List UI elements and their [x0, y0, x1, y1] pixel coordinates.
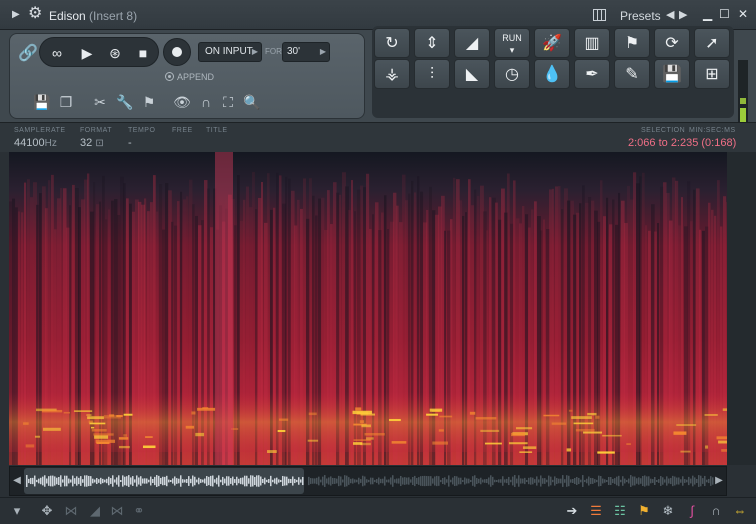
prev-preset-icon[interactable]: ◀ [666, 8, 674, 21]
loop-icon[interactable]: ∞ [44, 42, 70, 64]
on-input-select[interactable]: ON INPUT ▶ [198, 42, 262, 62]
slice-to-channel-icon[interactable]: ☰ [587, 502, 605, 520]
info-strip: SAMPLERATE 44100Hz FORMAT 32 ⊡ TEMPO - F… [0, 122, 756, 152]
presets-button[interactable]: Presets [620, 9, 661, 23]
feather-icon[interactable]: ✒ [574, 59, 610, 89]
title-label: TITLE [206, 127, 228, 134]
slice-icon[interactable]: ✎ [614, 59, 650, 89]
fade-out-icon[interactable]: ◣ [454, 59, 490, 89]
waveform-overview-scrollbar[interactable]: ◀ ▶ [9, 466, 727, 496]
blur-icon[interactable]: ⚶ [374, 59, 410, 89]
drag-export-icon[interactable]: ⇔ [731, 502, 749, 520]
format-value[interactable]: 32 ⊡ [80, 137, 104, 149]
tempo-value: - [128, 137, 132, 149]
close-icon[interactable]: ✕ [738, 7, 748, 21]
snowflake-icon[interactable]: ❄ [659, 502, 677, 520]
free-label: FREE [172, 127, 193, 134]
clock-icon[interactable]: ◷ [494, 59, 530, 89]
overview-visible-region[interactable] [24, 468, 304, 494]
overview-waveform [26, 475, 304, 487]
chain-icon[interactable]: ⚭ [130, 502, 148, 520]
eye-icon[interactable]: 👁 [173, 93, 191, 111]
ramp-icon[interactable]: ◢ [86, 502, 104, 520]
transport-controls: ∞ ▶ ⊛ ■ [39, 37, 159, 67]
fade-in-icon[interactable]: ◢ [454, 28, 490, 58]
browser-grid-icon[interactable] [593, 9, 606, 21]
overview-waveform-rest [308, 475, 714, 487]
tempo-label: TEMPO [128, 127, 156, 134]
record-button[interactable] [163, 38, 191, 66]
menu-dropdown-icon[interactable]: ▾ [8, 502, 26, 520]
marker-flag-bottom-icon[interactable]: ⚑ [635, 502, 653, 520]
samplerate-value: 44100Hz [14, 137, 57, 149]
tool-button-grid: ↻ ⇕ ◢ RUN ▾ 🚀 ▥ ⚑ ⟳ ➚ ⚶ ⫶ ◣ ◷ 💧 ✒ ✎ 💾 ⊞ [372, 26, 734, 118]
scroll-right-icon[interactable]: ▶ [712, 467, 726, 495]
export-icon[interactable]: ⊞ [694, 59, 730, 89]
format-label: FORMAT [80, 127, 113, 134]
markers-list-icon[interactable]: ☷ [611, 502, 629, 520]
magnet-icon[interactable]: ∩ [197, 93, 215, 111]
selection-label: SELECTION [641, 127, 686, 134]
split-icon[interactable]: ⋈ [108, 502, 126, 520]
bottom-toolbar: ▾ ✥ ⋈ ◢ ⋈ ⚭ ➔ ☰ ☷ ⚑ ❄ ∫ ∩ ⇔ [0, 497, 756, 524]
for-label: FOR [265, 47, 282, 56]
refresh-icon[interactable]: ⟳ [654, 28, 690, 58]
gear-icon[interactable]: ⚙ [28, 6, 42, 22]
save-region-icon[interactable]: 💾 [654, 59, 690, 89]
zoom-icon[interactable]: 🔍 [243, 93, 261, 111]
time-format-label: MIN:SEC:MS [689, 127, 736, 134]
drop-icon[interactable]: 💧 [534, 59, 570, 89]
spectrogram-canvas [9, 152, 727, 465]
scissors-icon[interactable]: ✂ [91, 93, 109, 111]
trim-icon[interactable]: ⋈ [62, 502, 80, 520]
send-arrow-icon[interactable]: ➔ [563, 502, 581, 520]
normalize-icon[interactable]: ⇕ [414, 28, 450, 58]
loop-reverse-icon[interactable]: ↻ [374, 28, 410, 58]
selection-highlight[interactable] [215, 152, 233, 465]
drag-move-icon[interactable]: ✥ [38, 502, 56, 520]
maximize-icon[interactable]: ☐ [719, 7, 730, 21]
add-marker-icon[interactable]: ⚑ [614, 28, 650, 58]
minimize-icon[interactable]: ▁ [703, 7, 712, 21]
selection-value: 2:066 to 2:235 (0:168) [628, 137, 737, 149]
pointer-tool-icon[interactable]: ➚ [694, 28, 730, 58]
magnet-bottom-icon[interactable]: ∩ [707, 502, 725, 520]
wrench-icon[interactable]: 🔧 [116, 93, 134, 111]
marker-flag-icon[interactable]: ⚑ [140, 93, 158, 111]
curve-icon[interactable]: ∫ [683, 502, 701, 520]
run-button[interactable]: RUN ▾ [494, 28, 530, 58]
for-duration-select[interactable]: 30' ▶ [282, 42, 330, 62]
append-radio[interactable]: APPEND [165, 72, 214, 82]
copy-icon[interactable]: ❐ [57, 93, 75, 111]
save-icon[interactable]: 💾 [33, 93, 51, 111]
stop-icon[interactable]: ■ [130, 42, 156, 64]
spectrogram-side-panel [727, 152, 756, 465]
equalizer-icon[interactable]: ▥ [574, 28, 610, 58]
play-icon[interactable]: ▶ [74, 42, 100, 64]
scroll-left-icon[interactable]: ◀ [10, 467, 24, 495]
collapse-arrow-icon[interactable]: ▶ [12, 9, 20, 20]
declick-icon[interactable]: ⫶ [414, 59, 450, 89]
loop-mode-icon[interactable]: ⊛ [102, 42, 128, 64]
rocket-icon[interactable]: 🚀 [534, 28, 570, 58]
spectrogram-view[interactable] [9, 152, 727, 465]
samplerate-label: SAMPLERATE [14, 127, 66, 134]
fit-view-icon[interactable]: ⛶ [219, 93, 237, 111]
next-preset-icon[interactable]: ▶ [679, 8, 687, 21]
window-title: Edison (Insert 8) [49, 9, 138, 23]
link-icon[interactable]: 🔗 [18, 43, 38, 63]
